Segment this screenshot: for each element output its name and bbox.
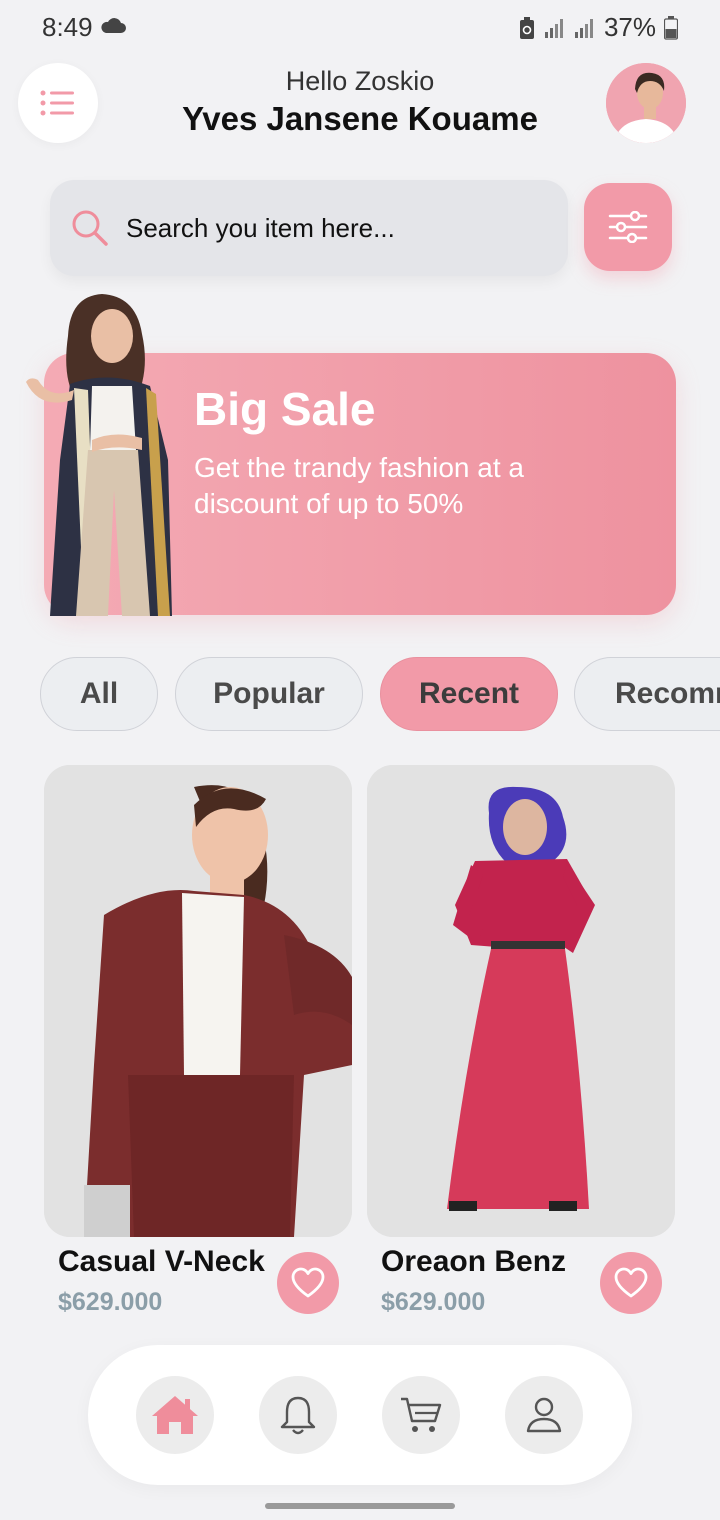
menu-list-icon (40, 90, 74, 116)
search-icon (72, 210, 108, 246)
category-chip-popular[interactable]: Popular (175, 657, 363, 731)
user-name: Yves Jansene Kouame (182, 100, 538, 137)
battery-icon (664, 15, 678, 40)
signal-icon-2 (574, 18, 593, 38)
category-chip-all[interactable]: All (40, 657, 158, 731)
sliders-icon (608, 211, 648, 243)
bell-icon (280, 1396, 316, 1435)
product-card-image[interactable] (44, 765, 352, 1237)
heart-icon (614, 1267, 648, 1298)
chip-label: Recomm (615, 677, 720, 710)
nav-cart[interactable] (382, 1376, 460, 1454)
search-input[interactable]: Search you item here... (126, 213, 395, 244)
banner-subtitle: Get the trandy fashion at a discount of … (194, 452, 524, 519)
nav-profile[interactable] (505, 1376, 583, 1454)
banner-model-image (26, 294, 172, 616)
favorite-button[interactable] (277, 1252, 339, 1314)
product-name: Casual V-Neck (58, 1245, 265, 1278)
favorite-button[interactable] (600, 1252, 662, 1314)
menu-button[interactable] (18, 63, 98, 143)
product-photo-2 (367, 765, 675, 1237)
product-price: $629.000 (58, 1288, 163, 1316)
status-time: 8:49 (42, 12, 93, 42)
home-icon (152, 1396, 198, 1434)
product-price: $629.000 (381, 1288, 486, 1316)
chip-label: All (79, 677, 119, 710)
banner-title: Big Sale (194, 383, 376, 435)
filter-button[interactable] (584, 183, 672, 271)
product-name: Oreaon Benz (381, 1245, 567, 1278)
product-photo-1 (44, 765, 352, 1237)
heart-icon (291, 1267, 325, 1298)
home-indicator (265, 1503, 455, 1509)
battery-saver-icon (519, 16, 534, 39)
search-bar[interactable]: Search you item here... (50, 180, 568, 276)
nav-notifications[interactable] (259, 1376, 337, 1454)
category-chip-recommended[interactable]: Recomm (574, 657, 720, 731)
user-icon (526, 1397, 562, 1433)
cart-icon (401, 1397, 442, 1432)
greeting-text: Hello Zoskio (285, 66, 435, 96)
avatar[interactable] (606, 63, 686, 143)
category-chip-recent[interactable]: Recent (380, 657, 558, 731)
signal-icon (544, 18, 563, 38)
product-card-image[interactable] (367, 765, 675, 1237)
cloud-icon (101, 18, 126, 33)
chip-label: Recent (418, 677, 520, 710)
nav-home[interactable] (136, 1376, 214, 1454)
avatar-photo (606, 63, 686, 143)
battery-percent: 37% (603, 12, 656, 42)
status-right: 37% (518, 12, 678, 43)
chip-label: Popular (213, 677, 325, 710)
